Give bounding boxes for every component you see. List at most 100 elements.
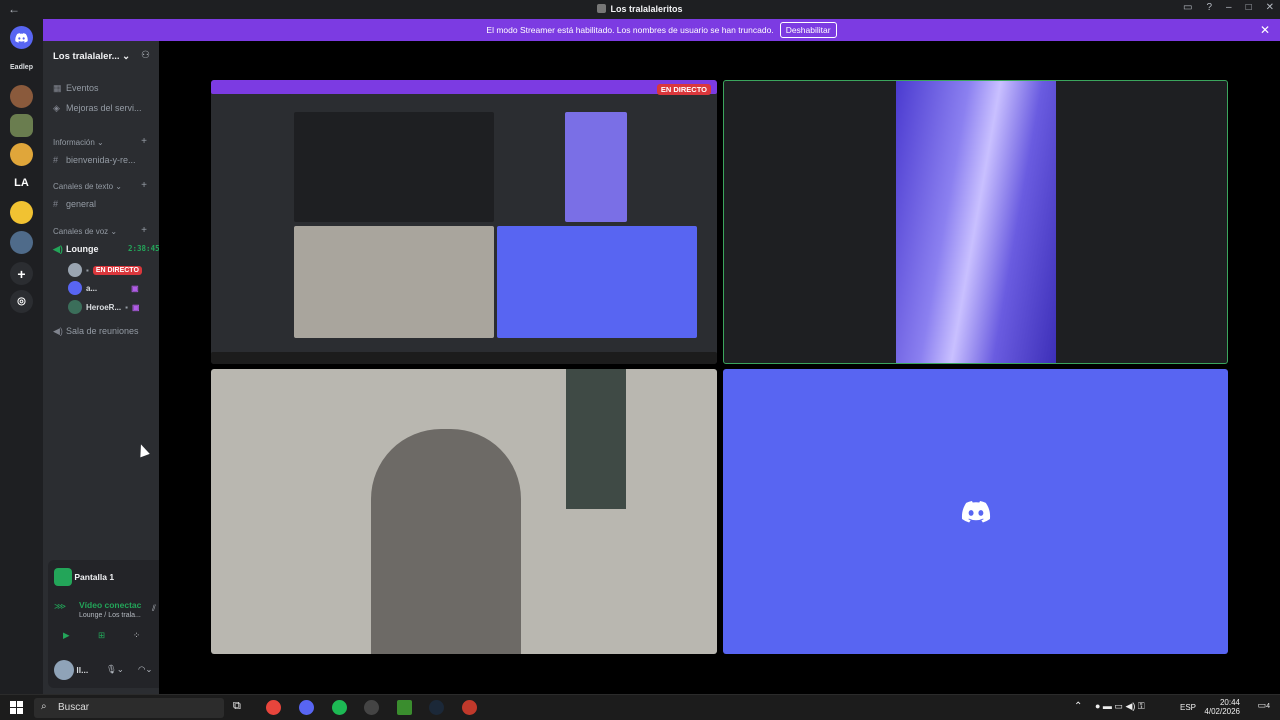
app-icon[interactable] xyxy=(462,700,477,715)
spotify-icon[interactable] xyxy=(332,700,347,715)
screen-share-status: Pantalla 1 xyxy=(54,568,114,586)
category-info[interactable]: Información ⌄ xyxy=(53,138,104,147)
disable-button[interactable]: Deshabilitar xyxy=(779,22,837,38)
stream-tile-violet[interactable] xyxy=(723,80,1228,364)
voice-channel-meeting[interactable]: ◀) Sala de reuniones xyxy=(53,326,139,337)
nested-taskbar xyxy=(211,352,717,364)
add-server-icon[interactable]: + xyxy=(10,262,33,285)
live-badge: EN DIRECTO xyxy=(656,84,711,95)
avatar xyxy=(54,660,74,680)
search-icon: ⌕ xyxy=(41,701,47,712)
taskbar-search[interactable]: ⌕ Buscar xyxy=(34,698,224,718)
channel-general[interactable]: # general xyxy=(53,199,96,209)
server-icon xyxy=(597,4,607,13)
hash-icon: # xyxy=(53,155,59,165)
violet-video xyxy=(896,81,1056,363)
server-la[interactable]: LA xyxy=(10,171,33,194)
screen-icon[interactable]: ▭ xyxy=(1183,2,1192,13)
video-icon: ▪ xyxy=(125,302,128,312)
avatar xyxy=(68,263,82,277)
guitar xyxy=(566,369,626,509)
channel-welcome[interactable]: # bienvenida-y-re... xyxy=(53,155,136,165)
add-channel-icon[interactable]: + xyxy=(141,180,147,191)
webcam-tile[interactable] xyxy=(211,369,717,654)
notification-icon[interactable]: ▭4 xyxy=(1258,700,1270,711)
nested-banner xyxy=(211,80,717,94)
tray-chevron-icon[interactable]: ⌃ xyxy=(1074,701,1082,712)
task-view-icon[interactable]: ⧉ xyxy=(233,700,248,715)
speaker-icon: ◀) xyxy=(53,326,63,336)
voice-channel-lounge[interactable]: ◀) Lounge 2:38:45 xyxy=(53,244,160,255)
hash-icon: # xyxy=(53,199,59,209)
add-channel-icon[interactable]: + xyxy=(141,136,147,147)
streamer-mode-banner: El modo Streamer está habilitado. Los no… xyxy=(43,19,1280,41)
video-icon: ▪ xyxy=(86,265,89,275)
noise-icon[interactable]: ⫽ xyxy=(152,603,156,614)
screen-share-icon[interactable]: ⊞ xyxy=(98,630,105,641)
server-icon[interactable] xyxy=(10,85,33,108)
avatar xyxy=(68,281,82,295)
server-icon[interactable] xyxy=(10,201,33,224)
minecraft-icon[interactable] xyxy=(397,700,412,715)
chrome-icon[interactable] xyxy=(266,700,281,715)
category-text[interactable]: Canales de texto ⌄ xyxy=(53,182,122,191)
nested-discord-tile xyxy=(497,226,697,338)
add-channel-icon[interactable]: + xyxy=(141,225,147,236)
user-info[interactable]: ll... xyxy=(54,660,88,680)
connection-location[interactable]: Lounge / Los trala... xyxy=(79,612,141,619)
start-icon[interactable] xyxy=(10,701,23,714)
nested-stage xyxy=(294,112,494,222)
discord-home-icon[interactable] xyxy=(10,26,33,49)
category-voice[interactable]: Canales de voz ⌄ xyxy=(53,227,117,236)
nested-webcam xyxy=(294,226,494,338)
channel-sidebar: Los tralalaler... ⌄ ⚇ ▦ Eventos ◈ Mejoras … xyxy=(43,41,196,694)
server-icon[interactable] xyxy=(10,114,33,137)
tray-icons[interactable]: ● ▬ ▭ ◀) ⚿ xyxy=(1095,701,1145,712)
calendar-icon: ▦ xyxy=(53,83,62,93)
discord-taskbar-icon[interactable] xyxy=(299,700,314,715)
voice-user[interactable]: HeroeR... ▪ ▣ xyxy=(68,300,140,314)
screen-icon xyxy=(54,568,72,586)
discord-avatar-tile[interactable] xyxy=(723,369,1228,654)
activity-icon: ▣ xyxy=(131,302,140,312)
discord-logo-icon xyxy=(961,500,990,523)
connection-status: Vídeo conectac xyxy=(79,600,142,610)
headphones-icon[interactable]: ◠⌄ xyxy=(138,664,153,675)
mic-icon[interactable]: 🎙︎⌄ xyxy=(106,664,124,675)
window-title: Los tralalaleritos xyxy=(0,4,1280,14)
app-icon[interactable] xyxy=(364,700,379,715)
help-icon[interactable]: ? xyxy=(1206,2,1212,13)
voice-user[interactable]: a... ▣ xyxy=(68,281,139,295)
stream-tile-screen[interactable]: EN DIRECTO xyxy=(211,80,717,364)
minimize-icon[interactable]: – xyxy=(1226,2,1232,13)
close-icon[interactable]: ✕ xyxy=(1266,2,1274,13)
nested-violet xyxy=(565,112,627,222)
title-bar: ← Los tralalaleritos ▭ ? – □ ✕ xyxy=(0,0,1280,19)
windows-taskbar: ⌕ Buscar ⧉ ⌃ ● ▬ ▭ ◀) ⚿ ESP 20:44 4/02/202… xyxy=(0,694,1280,720)
speaker-icon: ◀) xyxy=(53,244,63,254)
server-list: Eadlep LA + ◎ xyxy=(0,19,43,694)
nested-sidebar xyxy=(211,94,291,356)
activities-icon[interactable]: ⁘ xyxy=(133,630,140,641)
camera-icon[interactable]: ▶ xyxy=(63,630,70,641)
maximize-icon[interactable]: □ xyxy=(1246,2,1252,13)
activity-icon: ▣ xyxy=(131,283,139,293)
guild-label: Eadlep xyxy=(10,64,33,71)
call-timer: 2:38:45 xyxy=(128,244,160,253)
server-folder[interactable] xyxy=(10,231,33,254)
server-icon[interactable] xyxy=(10,143,33,166)
avatar xyxy=(68,300,82,314)
person-silhouette xyxy=(371,429,521,654)
channel-boosts[interactable]: ◈ Mejoras del servi... xyxy=(53,103,142,114)
discover-icon[interactable]: ◎ xyxy=(10,290,33,313)
voice-user[interactable]: ▪ EN DIRECTO xyxy=(68,263,142,277)
language-indicator[interactable]: ESP xyxy=(1180,703,1196,712)
steam-icon[interactable] xyxy=(429,700,444,715)
close-banner-icon[interactable]: ✕ xyxy=(1260,23,1270,37)
channel-events[interactable]: ▦ Eventos xyxy=(53,83,99,94)
connection-icon: ⋙ xyxy=(54,601,67,611)
clock[interactable]: 20:44 4/02/2026 xyxy=(1204,698,1240,716)
banner-text: El modo Streamer está habilitado. Los no… xyxy=(486,25,774,35)
add-member-icon[interactable]: ⚇ xyxy=(141,50,150,61)
server-name[interactable]: Los tralalaler... ⌄ xyxy=(53,51,130,62)
